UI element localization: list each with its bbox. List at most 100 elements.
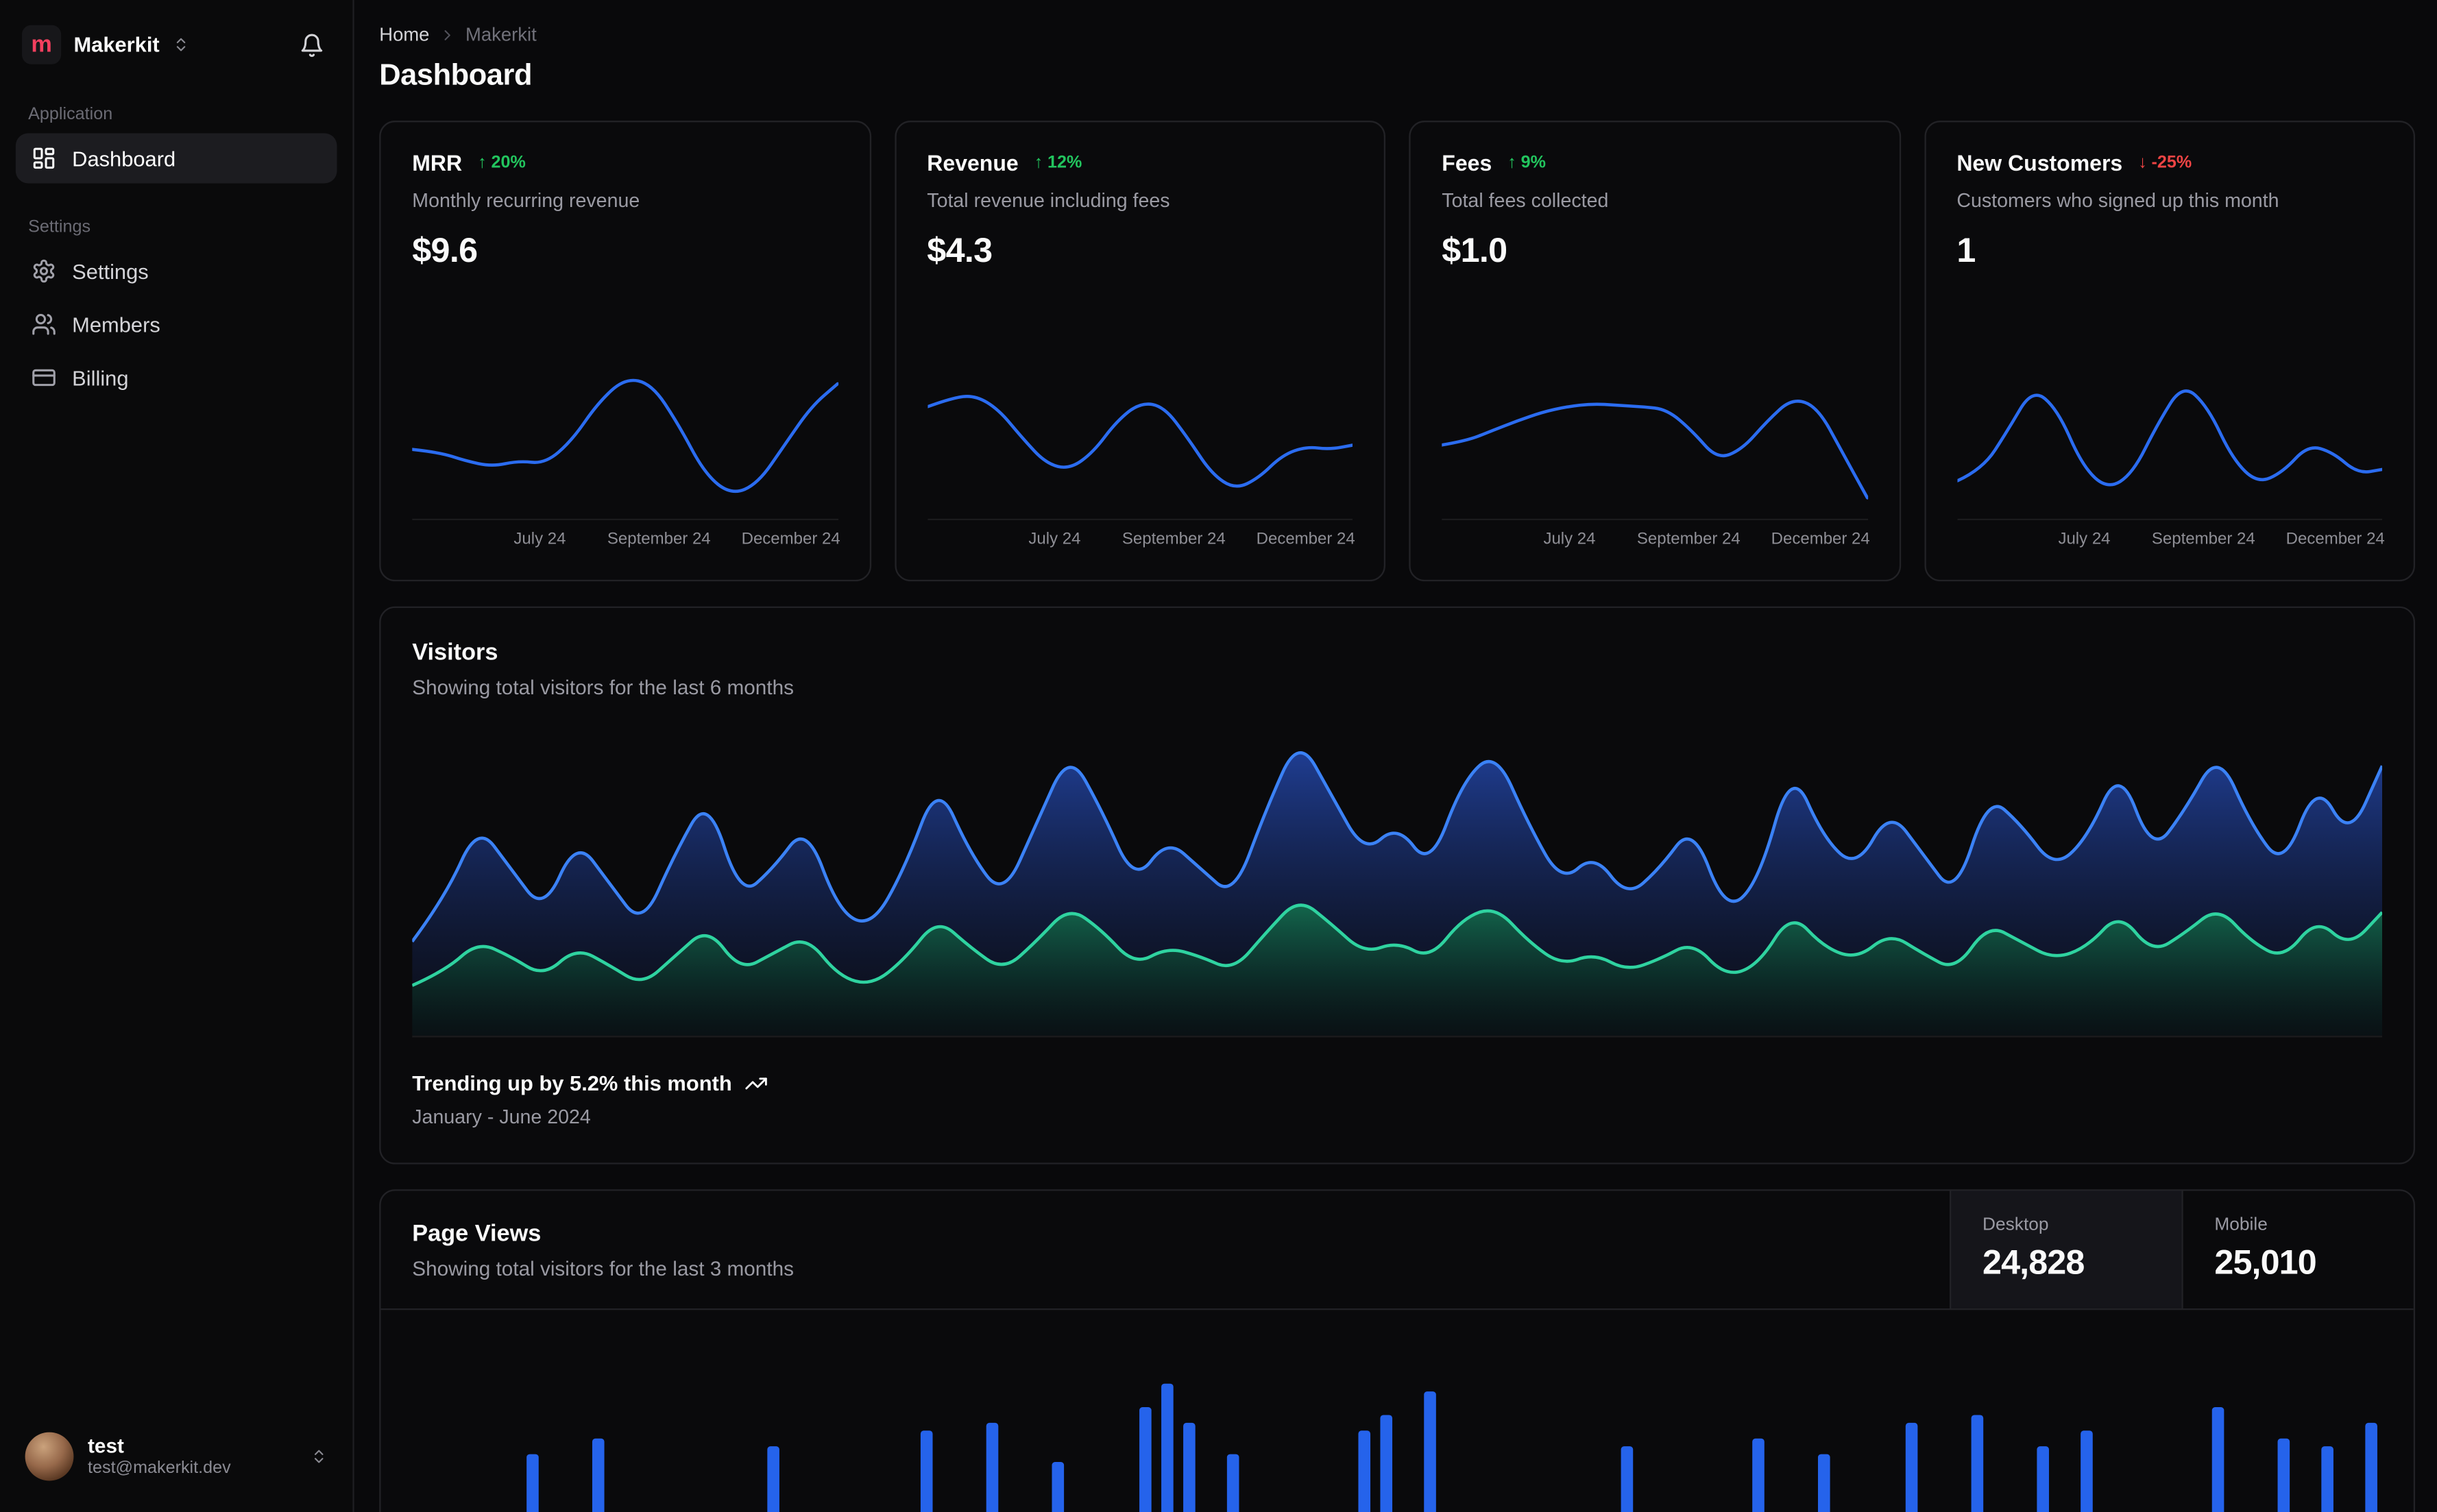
trend-up-icon: ↑ — [478, 154, 487, 173]
users-icon — [32, 314, 56, 335]
stat-title: Revenue — [927, 150, 1019, 176]
trend-down-icon: ↓ — [2138, 154, 2147, 173]
page-views-bar-chart — [526, 1383, 2377, 1512]
visitors-area-chart — [412, 751, 2383, 1038]
trend-badge: ↓ -25% — [2138, 154, 2192, 172]
fees-sparkline-chart — [1442, 400, 1868, 521]
sidebar-item-label: Billing — [72, 365, 129, 390]
breadcrumb-current: Makerkit — [465, 23, 537, 46]
app-logo-letter: m — [31, 31, 52, 58]
x-tick: December 24 — [741, 529, 840, 549]
user-name: test — [88, 1432, 124, 1457]
page-views-title: Page Views — [412, 1220, 542, 1247]
bell-icon — [301, 33, 323, 56]
stat-description: Customers who signed up this month — [1956, 189, 2279, 212]
mrr-sparkline-chart — [412, 378, 838, 521]
spark-x-axis: July 24 September 24 December 24 — [1442, 529, 1870, 561]
visitors-card: Visitors Showing total visitors for the … — [379, 606, 2416, 1165]
trend-value: 9% — [1520, 154, 1546, 173]
notifications-button[interactable] — [296, 29, 328, 60]
spark-x-axis: July 24 September 24 December 24 — [927, 529, 1355, 561]
trend-value: -25% — [2151, 154, 2192, 173]
x-tick: July 24 — [1028, 529, 1081, 549]
user-menu[interactable]: test test@makerkit.dev — [16, 1423, 337, 1490]
sidebar-item-members[interactable]: Members — [16, 300, 337, 350]
trend-value: 20% — [491, 154, 526, 173]
trend-up-icon: ↑ — [1034, 154, 1043, 173]
chevron-right-icon — [444, 29, 450, 40]
stat-value: 1 — [1956, 230, 1976, 270]
breadcrumb-home[interactable]: Home — [379, 23, 429, 45]
page-title: Dashboard — [379, 59, 533, 93]
stat-label: Mobile — [2214, 1216, 2268, 1235]
stat-card-mrr: MRR ↑ 20% Monthly recurring revenue $9.6… — [379, 121, 871, 582]
x-tick: December 24 — [1771, 529, 1870, 549]
stat-description: Total revenue including fees — [927, 189, 1170, 212]
x-tick: September 24 — [2151, 529, 2255, 549]
app-root: m Makerkit Application Dashboard Setting… — [0, 0, 2437, 1512]
sidebar-item-billing[interactable]: Billing — [16, 352, 337, 402]
stat-description: Monthly recurring revenue — [412, 189, 640, 212]
nav-section-application: Application — [28, 105, 113, 124]
stat-title: New Customers — [1956, 150, 2123, 176]
x-tick: July 24 — [513, 529, 566, 549]
chevrons-up-down-icon — [176, 38, 185, 51]
trend-up-icon: ↑ — [1507, 154, 1516, 173]
visitors-subtitle: Showing total visitors for the last 6 mo… — [412, 675, 794, 699]
stat-cards-row: MRR ↑ 20% Monthly recurring revenue $9.6… — [379, 121, 2416, 582]
app-logo: m — [22, 25, 62, 64]
x-tick: July 24 — [1543, 529, 1596, 549]
visitors-title: Visitors — [412, 639, 498, 666]
stat-value: $1.0 — [1442, 230, 1507, 270]
spark-x-axis: July 24 September 24 December 24 — [412, 529, 840, 561]
trend-badge: ↑ 12% — [1034, 154, 1082, 172]
stat-card-revenue: Revenue ↑ 12% Total revenue including fe… — [894, 121, 1386, 582]
stat-card-fees: Fees ↑ 9% Total fees collected $1.0 July… — [1409, 121, 1901, 582]
avatar — [25, 1432, 74, 1481]
trending-up-icon — [745, 1077, 767, 1090]
trend-badge: ↑ 9% — [1507, 154, 1546, 172]
gear-icon — [33, 259, 55, 283]
main-content: Home Makerkit Dashboard MRR ↑ 20% Monthl… — [354, 0, 2437, 1512]
credit-card-icon — [32, 369, 56, 387]
x-tick: July 24 — [2058, 529, 2111, 549]
x-tick: September 24 — [1636, 529, 1741, 549]
workspace-selector[interactable]: m Makerkit — [22, 25, 189, 64]
stat-description: Total fees collected — [1442, 189, 1609, 212]
pageviews-toggle-desktop[interactable]: Desktop 24,828 — [1950, 1191, 2182, 1308]
sidebar-item-dashboard[interactable]: Dashboard — [15, 133, 337, 184]
breadcrumb: Home Makerkit — [379, 23, 2415, 45]
revenue-sparkline-chart — [927, 395, 1353, 521]
stat-value: 25,010 — [2214, 1242, 2316, 1282]
x-tick: September 24 — [607, 529, 711, 549]
page-views-card: Page Views Showing total visitors for th… — [379, 1189, 2416, 1512]
visitors-trend-text: Trending up by 5.2% this month — [412, 1071, 732, 1096]
visitors-date-range: January - June 2024 — [412, 1106, 591, 1129]
trend-value: 12% — [1047, 154, 1082, 173]
sidebar-item-label: Settings — [72, 259, 149, 283]
stat-value: $9.6 — [412, 230, 478, 270]
stat-value: $4.3 — [927, 230, 993, 270]
sidebar-item-settings[interactable]: Settings — [16, 246, 337, 296]
stat-title: MRR — [412, 150, 463, 176]
user-email: test@makerkit.dev — [88, 1458, 231, 1478]
stat-card-new-customers: New Customers ↓ -25% Customers who signe… — [1924, 121, 2416, 582]
stat-value: 24,828 — [1983, 1242, 2085, 1282]
spark-x-axis: July 24 September 24 December 24 — [1956, 529, 2385, 561]
pageviews-toggle-mobile[interactable]: Mobile 25,010 — [2181, 1191, 2413, 1308]
x-tick: September 24 — [1121, 529, 1226, 549]
sidebar: m Makerkit Application Dashboard Setting… — [0, 0, 354, 1512]
chevrons-up-down-icon — [314, 1450, 324, 1463]
workspace-name: Makerkit — [73, 33, 160, 57]
customers-sparkline-chart — [1956, 389, 2383, 521]
sidebar-item-label: Dashboard — [72, 146, 176, 171]
x-tick: December 24 — [1256, 529, 1355, 549]
nav-section-settings: Settings — [28, 217, 91, 237]
page-views-subtitle: Showing total visitors for the last 3 mo… — [412, 1256, 794, 1280]
stat-title: Fees — [1442, 150, 1492, 176]
stat-label: Desktop — [1983, 1216, 2049, 1235]
x-tick: December 24 — [2286, 529, 2385, 549]
sidebar-item-label: Members — [72, 313, 160, 337]
trend-badge: ↑ 20% — [478, 154, 526, 172]
dashboard-icon — [33, 147, 55, 169]
